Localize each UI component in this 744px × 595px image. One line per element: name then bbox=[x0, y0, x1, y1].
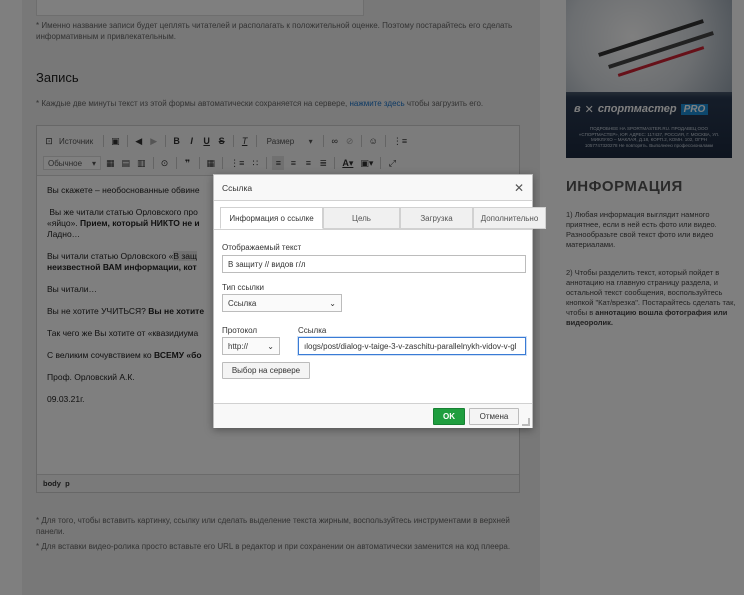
dialog-footer: OK Отмена bbox=[214, 403, 532, 428]
protocol-value: http:// bbox=[228, 341, 249, 351]
protocol-select[interactable]: http:// ⌄ bbox=[222, 337, 280, 355]
link-type-select[interactable]: Ссылка ⌄ bbox=[222, 294, 342, 312]
link-dialog: Ссылка ✕ Информация о ссылке Цель Загруз… bbox=[213, 174, 546, 428]
cancel-button[interactable]: Отмена bbox=[469, 408, 519, 425]
dialog-tabs: Информация о ссылке Цель Загрузка Дополн… bbox=[220, 207, 546, 229]
tab-link-info[interactable]: Информация о ссылке bbox=[220, 207, 323, 229]
tab-upload[interactable]: Загрузка bbox=[400, 207, 473, 229]
dialog-header[interactable]: Ссылка ✕ bbox=[214, 175, 532, 201]
browse-server-button[interactable]: Выбор на сервере bbox=[222, 362, 310, 379]
chevron-down-icon: ⌄ bbox=[267, 341, 274, 351]
link-type-value: Ссылка bbox=[228, 298, 257, 308]
url-label: Ссылка bbox=[298, 326, 327, 335]
resize-handle-icon[interactable] bbox=[522, 418, 530, 426]
url-input[interactable]: ılogs/post/dialog-v-taige-3-v-zaschitu-p… bbox=[298, 337, 526, 355]
tabs-divider bbox=[214, 229, 532, 230]
dialog-title: Ссылка bbox=[222, 183, 253, 193]
ok-button[interactable]: OK bbox=[433, 408, 465, 425]
close-icon[interactable]: ✕ bbox=[514, 181, 524, 195]
tab-advanced[interactable]: Дополнительно bbox=[473, 207, 546, 229]
display-text-label: Отображаемый текст bbox=[222, 243, 302, 252]
link-type-label: Тип ссылки bbox=[222, 283, 264, 292]
chevron-down-icon: ⌄ bbox=[329, 298, 336, 308]
protocol-label: Протокол bbox=[222, 326, 258, 335]
tab-target[interactable]: Цель bbox=[323, 207, 400, 229]
display-text-input[interactable]: В защиту // видов г/л bbox=[222, 255, 526, 273]
